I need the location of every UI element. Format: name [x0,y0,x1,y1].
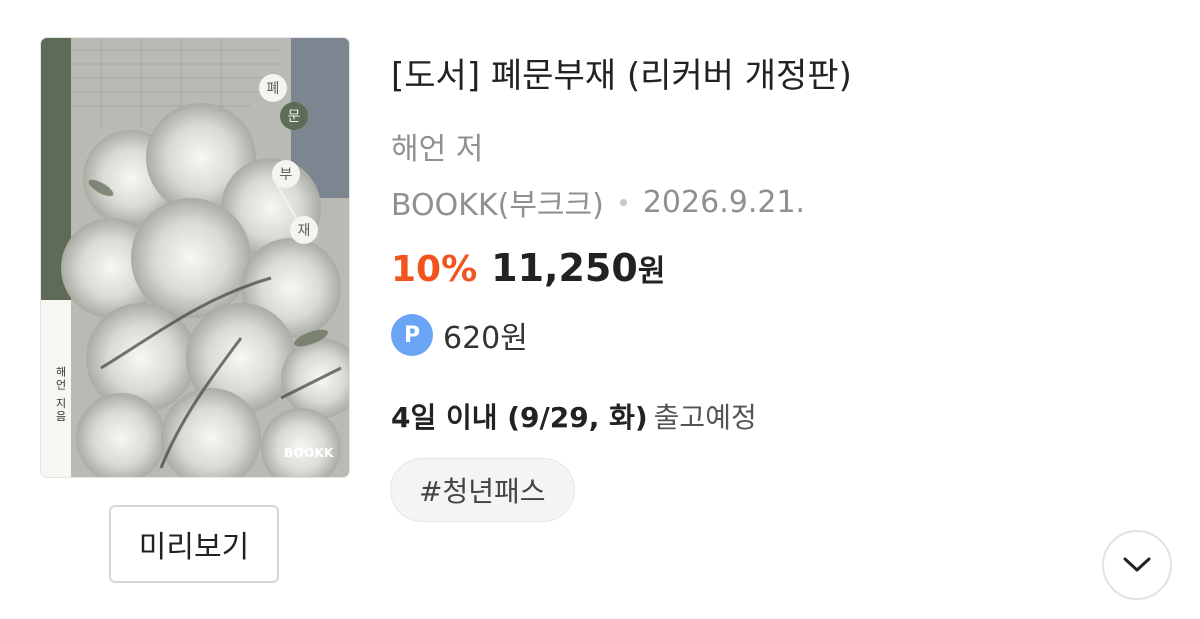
cover-title-char-2: 문 [280,102,308,130]
cover-title-char-4: 재 [290,216,318,244]
preview-button[interactable]: 미리보기 [109,505,279,583]
publish-date: 2026.9.21. [642,184,806,220]
cover-publisher-logo: BOOKK [284,446,334,460]
shipping-status: 출고예정 [653,401,757,434]
sale-price: 11,250 [491,246,638,290]
book-cover-image[interactable]: 폐 문 부 재 해언 지음 BOOKK [41,38,349,477]
cover-illustration [41,38,349,477]
shipping-date: 4일 이내 (9/29, 화) [391,401,648,434]
point-row: P 620원 [391,313,528,357]
chevron-down-icon [1123,557,1151,572]
tag-chip[interactable]: #청년패스 [390,458,575,522]
publisher-row: BOOKK(부크크) 2026.9.21. [391,180,805,224]
point-icon: P [391,314,433,356]
point-amount: 620원 [443,321,528,356]
cover-title-char-3: 부 [272,160,300,188]
price-unit: 원 [637,254,666,289]
discount-rate: 10% [391,249,478,290]
price-row: 10% 11,250 원 [391,246,665,290]
product-card: 폐 문 부 재 해언 지음 BOOKK 미리보기 [도서] 폐문부재 (리커버 … [0,0,1200,619]
separator-dot [619,198,627,206]
product-title[interactable]: [도서] 폐문부재 (리커버 개정판) [391,48,852,97]
cover-title-char-1: 폐 [259,74,287,102]
cover-spine-author: 해언 지음 [54,366,67,424]
author[interactable]: 해언 저 [391,124,483,168]
shipping-info: 4일 이내 (9/29, 화) 출고예정 [391,396,757,436]
publisher[interactable]: BOOKK(부크크) [391,180,604,224]
expand-button[interactable] [1102,530,1172,600]
